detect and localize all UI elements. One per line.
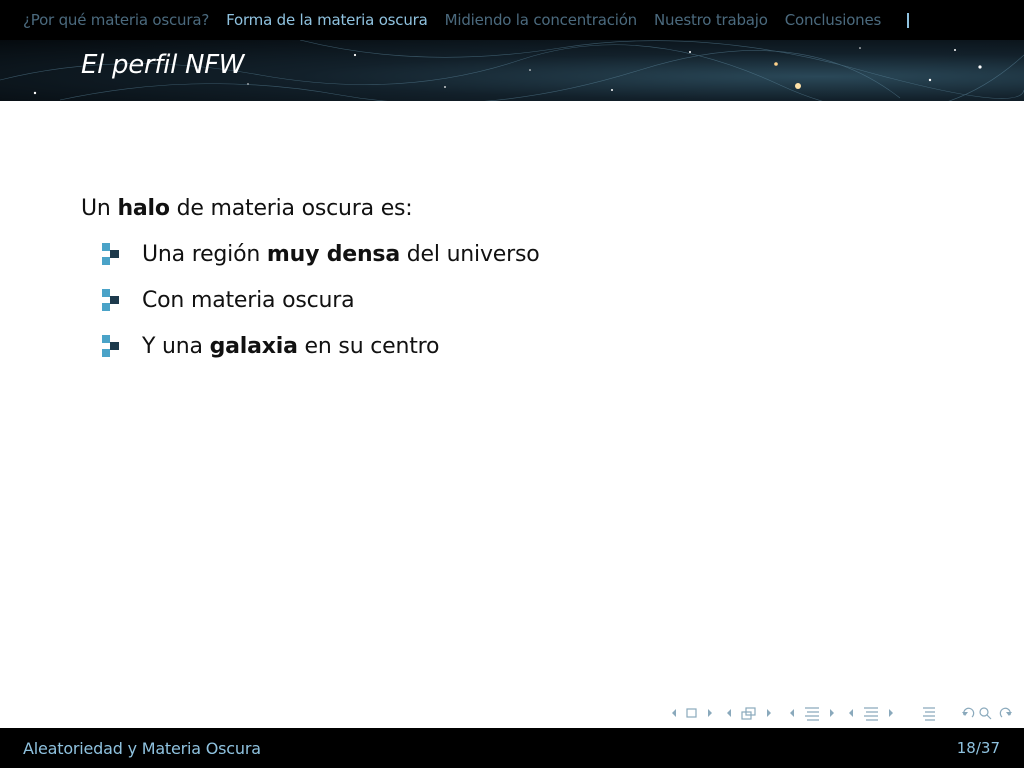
toc-icon[interactable] bbox=[923, 707, 935, 721]
list-item: Y una galaxia en su centro bbox=[81, 334, 540, 380]
frame-nav-icon[interactable] bbox=[727, 707, 771, 720]
section-navigation-bar: ¿Por qué materia oscura? Forma de la mat… bbox=[0, 0, 1024, 40]
frame-title-bar: El perfil NFW bbox=[0, 40, 1024, 101]
footer-title: Aleatoriedad y Materia Oscura bbox=[23, 739, 261, 758]
bold-halo: halo bbox=[117, 196, 170, 221]
slide-content: Un halo de materia oscura es: Una región… bbox=[81, 196, 540, 380]
intro-text: Un halo de materia oscura es: bbox=[81, 196, 413, 221]
nav-section-conclusiones[interactable]: Conclusiones bbox=[785, 11, 882, 29]
list-item: Con materia oscura bbox=[81, 288, 540, 334]
nav-section-nuestro-trabajo[interactable]: Nuestro trabajo bbox=[654, 11, 768, 29]
search-nav-icon[interactable] bbox=[962, 707, 1012, 720]
nav-section-forma[interactable]: Forma de la materia oscura bbox=[226, 11, 428, 29]
nav-section-por-que[interactable]: ¿Por qué materia oscura? bbox=[23, 11, 209, 29]
bullet-icon bbox=[102, 335, 119, 357]
beamer-navigation-symbols bbox=[668, 703, 1018, 723]
slide-nav-icon[interactable] bbox=[672, 708, 712, 718]
footer-bar: Aleatoriedad y Materia Oscura 18/37 bbox=[0, 728, 1024, 768]
subsection-nav-icon[interactable] bbox=[790, 707, 834, 721]
bullet-icon bbox=[102, 243, 119, 265]
bullet-icon bbox=[102, 289, 119, 311]
page-number: 18/37 bbox=[956, 739, 1000, 757]
frame-title: El perfil NFW bbox=[81, 50, 245, 80]
section-nav-icon[interactable] bbox=[849, 707, 893, 721]
nav-separator bbox=[907, 12, 909, 28]
nav-section-midiendo[interactable]: Midiendo la concentración bbox=[445, 11, 638, 29]
list-item: Una región muy densa del universo bbox=[81, 242, 540, 288]
beamer-nav-icons bbox=[672, 707, 1012, 721]
bullet-list: Una región muy densa del universo Con ma… bbox=[81, 242, 540, 380]
